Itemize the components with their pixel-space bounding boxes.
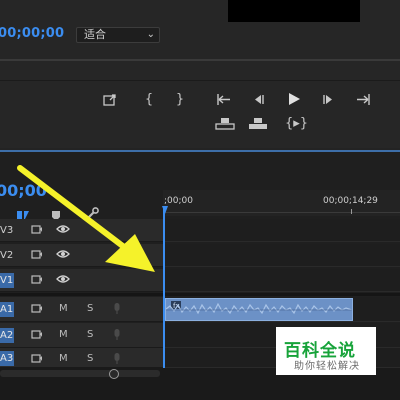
fit-zoom-select-value: 适合 (84, 28, 106, 41)
program-monitor-video-frame (228, 0, 360, 22)
microphone-icon[interactable] (113, 352, 121, 368)
track-label: A1 (0, 302, 14, 317)
ruler-baseline (163, 212, 400, 213)
program-timecode[interactable]: 00;00;00 (0, 26, 64, 41)
track-separator (0, 293, 400, 296)
yellow-arrow-annotation (17, 165, 155, 272)
film-icon[interactable] (31, 353, 43, 366)
audio-clip[interactable]: fx (165, 298, 353, 321)
export-frame-icon[interactable] (102, 93, 118, 109)
film-icon[interactable] (31, 329, 43, 342)
go-to-out-icon[interactable] (355, 93, 371, 109)
track-header-a1[interactable]: A1 M S (0, 297, 163, 322)
play-icon[interactable] (286, 92, 302, 109)
solo-toggle[interactable]: S (87, 353, 93, 364)
track-lane-v2[interactable] (163, 244, 400, 267)
monitor-scrub-bar[interactable] (0, 59, 400, 61)
mute-toggle[interactable]: M (59, 303, 68, 314)
track-header-a3[interactable]: A3 M S (0, 348, 163, 368)
extract-icon[interactable] (248, 117, 268, 133)
microphone-icon[interactable] (113, 302, 121, 318)
track-header-a2[interactable]: A2 M S (0, 323, 163, 348)
go-to-in-icon[interactable] (216, 93, 232, 109)
step-back-icon[interactable] (250, 93, 266, 109)
mute-toggle[interactable]: M (59, 353, 68, 364)
timeline-scrollbar[interactable] (0, 370, 160, 377)
trim-toggle-icon[interactable]: {▸} (285, 117, 308, 130)
track-label: A3 (0, 351, 14, 366)
track-lane-v3[interactable] (163, 219, 400, 242)
microphone-icon[interactable] (113, 328, 121, 344)
mark-in-icon[interactable]: { (141, 93, 157, 106)
chevron-down-icon: ⌄ (146, 29, 155, 40)
track-label: A2 (0, 328, 14, 343)
fit-zoom-select[interactable]: 适合 ⌄ (76, 27, 160, 43)
monitor-divider (0, 80, 400, 81)
film-icon[interactable] (31, 303, 43, 316)
solo-toggle[interactable]: S (87, 329, 93, 340)
program-monitor (0, 0, 400, 148)
track-lane-v1[interactable] (163, 269, 400, 292)
step-forward-icon[interactable] (321, 93, 337, 109)
watermark-subtitle: 助你轻松解决 (294, 361, 360, 372)
lift-icon[interactable] (215, 117, 235, 133)
ruler-tick (351, 209, 352, 214)
mute-toggle[interactable]: M (59, 329, 68, 340)
solo-toggle[interactable]: S (87, 303, 93, 314)
zoom-scroll-handle[interactable] (109, 369, 119, 379)
mark-out-icon[interactable]: } (172, 93, 188, 106)
ruler-end-label: 00;00;14;29 (323, 196, 378, 206)
